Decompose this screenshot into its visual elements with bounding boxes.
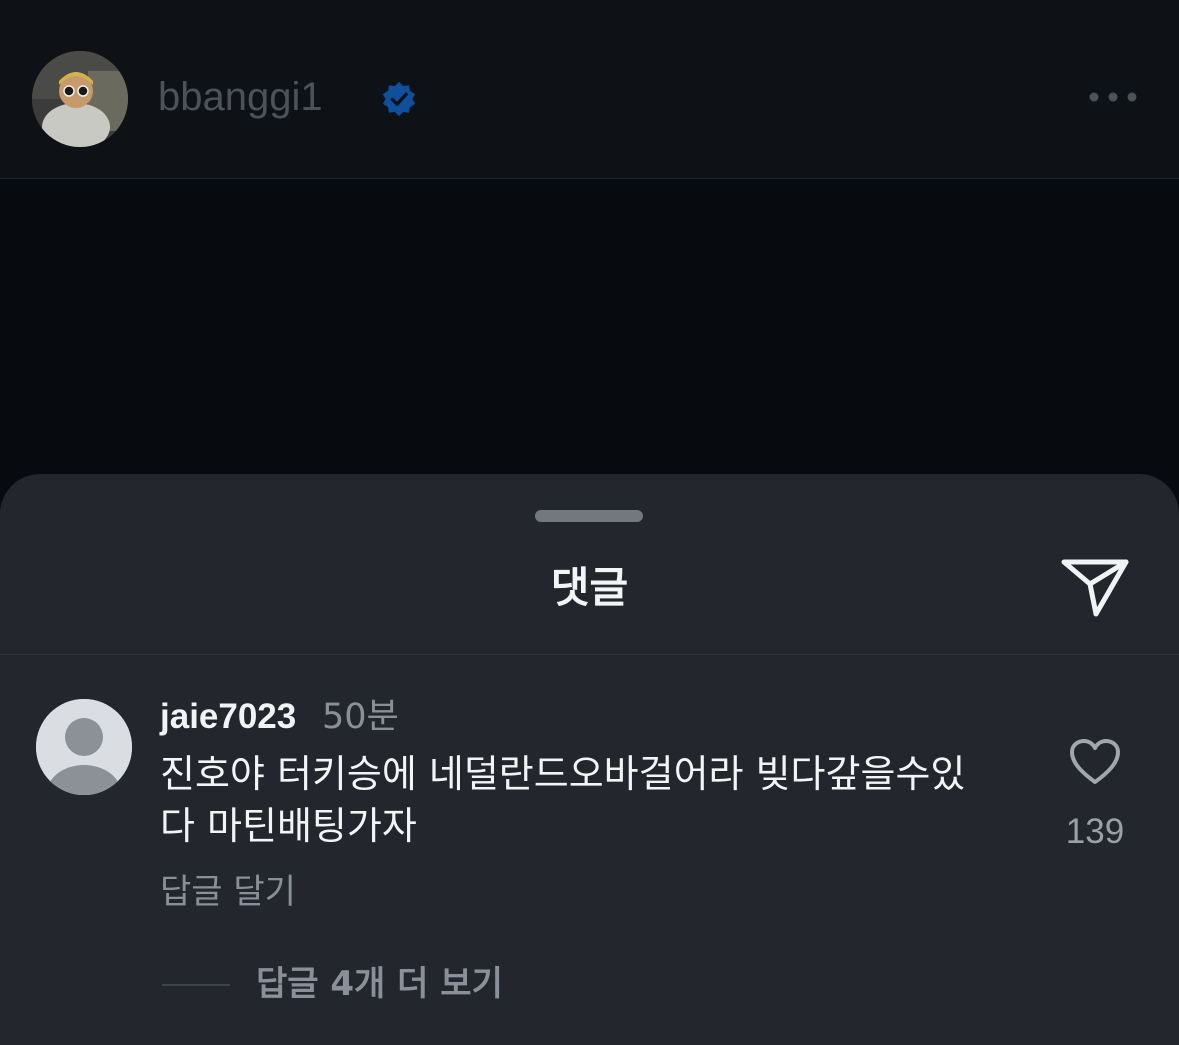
avatar-photo	[32, 51, 128, 147]
more-options-icon[interactable]	[1086, 86, 1140, 108]
like-count: 139	[1065, 812, 1125, 851]
share-icon[interactable]	[1060, 556, 1130, 620]
heart-icon[interactable]	[1069, 738, 1121, 786]
post-header: bbanggi1	[0, 0, 1179, 179]
comment-time: 50분	[322, 697, 399, 737]
sheet-divider	[0, 654, 1179, 655]
verified-badge-icon	[382, 81, 416, 117]
view-more-replies-button[interactable]: 답글 4개 더 보기	[256, 962, 503, 1006]
comment-text: 진호야 터키승에 네덜란드오바걸어라 빚다갚을수있 다 마틴배팅가자	[160, 752, 966, 848]
post-author-avatar[interactable]	[32, 51, 128, 147]
sheet-drag-handle[interactable]	[535, 510, 643, 522]
comment-username[interactable]: jaie7023	[160, 696, 296, 738]
replies-divider-line	[162, 984, 230, 986]
post-media	[0, 179, 1179, 509]
commenter-avatar[interactable]	[36, 699, 132, 795]
reply-button[interactable]: 답글 달기	[160, 870, 296, 914]
default-avatar-icon	[36, 699, 132, 795]
post-username[interactable]: bbanggi1	[158, 72, 323, 122]
comments-title: 댓글	[550, 563, 629, 612]
